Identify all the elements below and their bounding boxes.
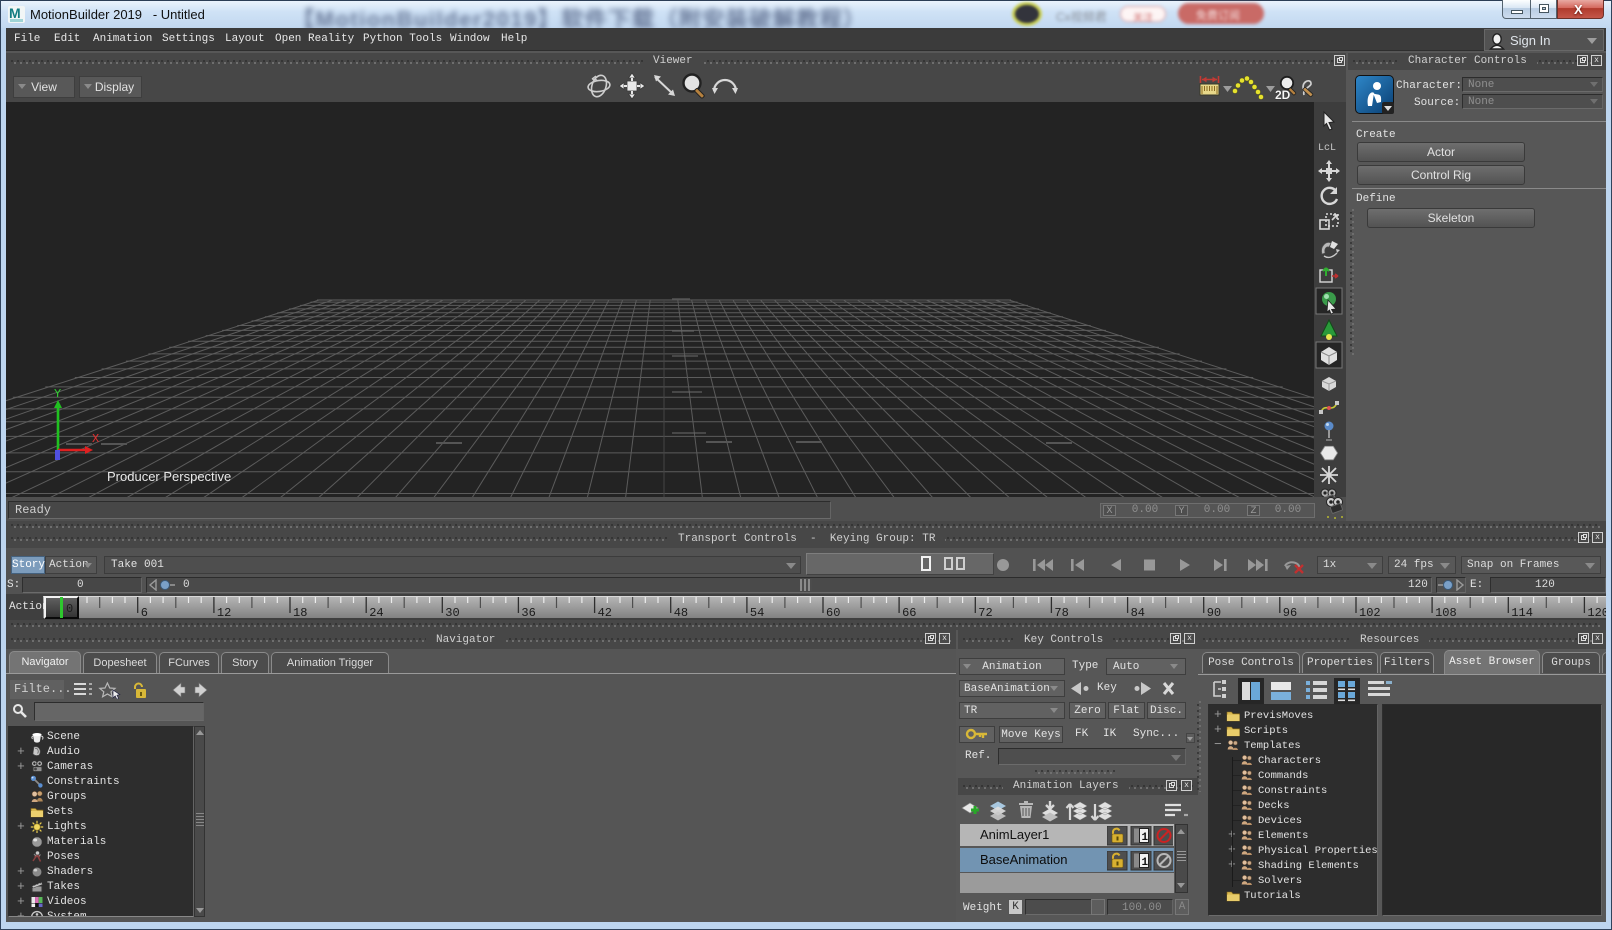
- svg-text:Y: Y: [54, 387, 61, 401]
- svg-text:6: 6: [141, 606, 148, 620]
- svg-text:LcL: LcL: [1318, 143, 1336, 154]
- svg-text:96: 96: [1283, 606, 1297, 620]
- svg-text:60: 60: [826, 606, 840, 620]
- svg-text:24: 24: [369, 606, 383, 620]
- svg-text:30: 30: [445, 606, 459, 620]
- svg-text:42: 42: [598, 606, 612, 620]
- svg-text:2D: 2D: [1275, 88, 1291, 102]
- svg-text:18: 18: [293, 606, 307, 620]
- svg-text:66: 66: [902, 606, 916, 620]
- svg-text:48: 48: [674, 606, 688, 620]
- svg-text:1: 1: [1142, 832, 1149, 844]
- svg-text:54: 54: [750, 606, 764, 620]
- svg-text:108: 108: [1435, 606, 1457, 620]
- svg-text:78: 78: [1054, 606, 1068, 620]
- svg-text:X: X: [92, 432, 99, 446]
- svg-text:36: 36: [521, 606, 535, 620]
- svg-text:84: 84: [1131, 606, 1145, 620]
- svg-text:1: 1: [1142, 857, 1149, 869]
- svg-text:90: 90: [1207, 606, 1221, 620]
- svg-text:12: 12: [217, 606, 231, 620]
- svg-text:72: 72: [978, 606, 992, 620]
- svg-text:102: 102: [1359, 606, 1381, 620]
- svg-text:114: 114: [1511, 606, 1533, 620]
